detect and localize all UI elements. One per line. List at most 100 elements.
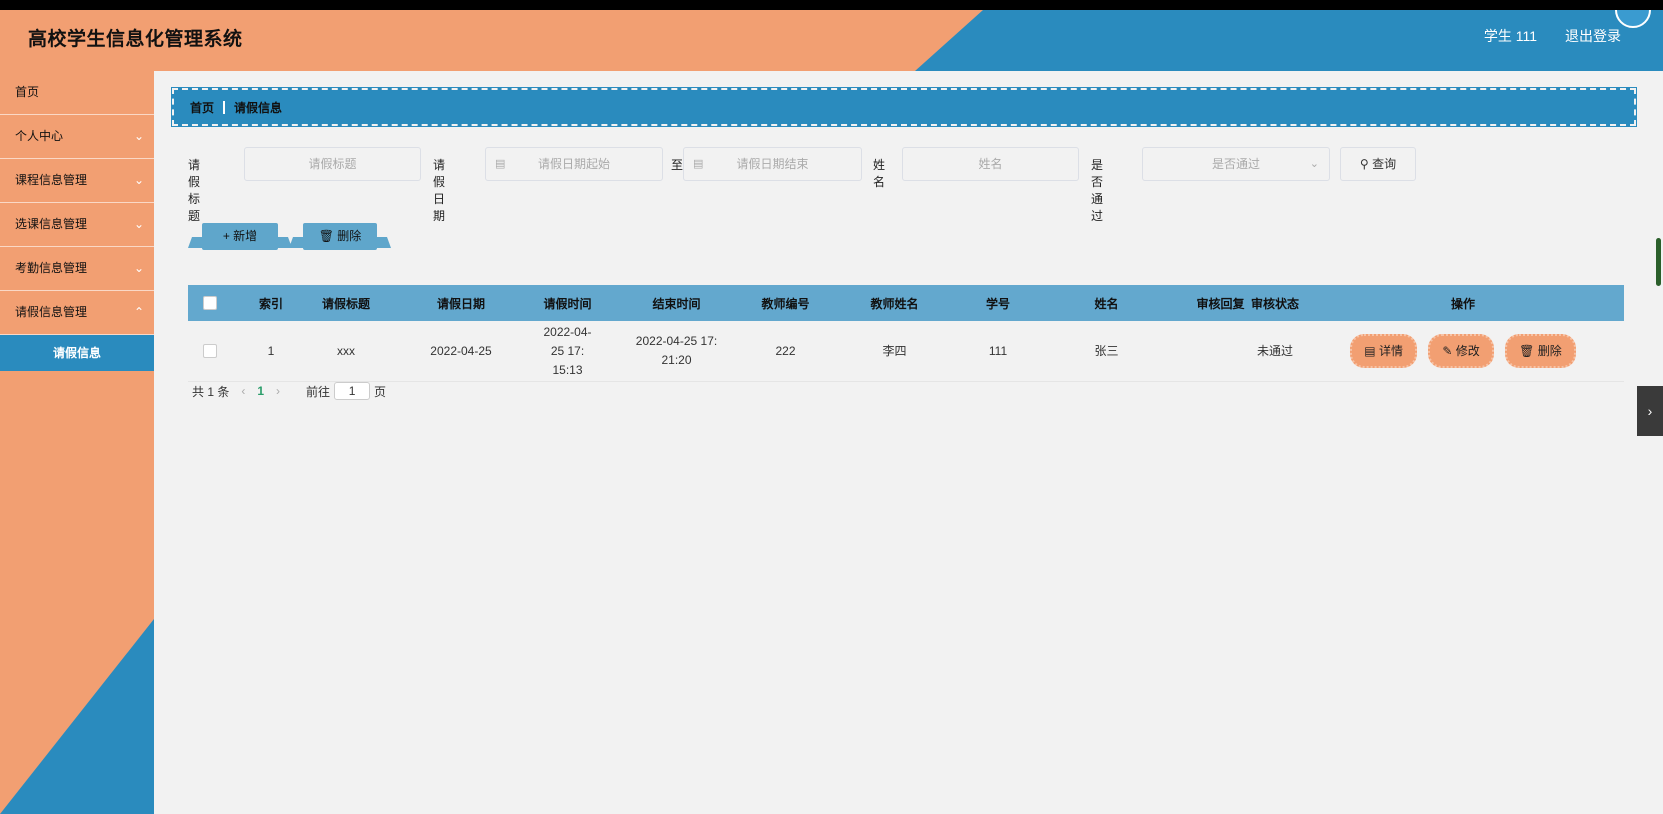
cell-index: 1: [267, 343, 275, 358]
header-orange-slant: [915, 10, 983, 71]
goto-label: 前往: [306, 384, 331, 399]
query-button-label: 查询: [1372, 157, 1397, 171]
goto-page-input[interactable]: 1: [334, 382, 371, 400]
sidebar-item-label: 选课信息管理: [15, 217, 88, 231]
edit-icon: ✎: [1442, 344, 1453, 358]
breadcrumb-home[interactable]: 首页: [190, 99, 214, 116]
leave-table: 索引 请假标题 请假日期 请假时间 结束时间 教师编号 教师姓名 学号 姓名 审…: [188, 285, 1624, 382]
search-icon: ⚲: [1359, 157, 1369, 171]
add-button[interactable]: + 新增: [202, 223, 278, 250]
sidebar-item-label: 个人中心: [15, 129, 64, 143]
passed-placeholder: 是否通过: [1211, 157, 1260, 171]
chevron-up-icon: ⌃: [133, 305, 144, 319]
sidebar-item-label: 课程信息管理: [15, 173, 88, 187]
document-icon: ▤: [1364, 344, 1376, 358]
chevron-down-icon: ⌄: [1309, 158, 1319, 170]
date-start-input[interactable]: ▤ 请假日期起始: [485, 147, 663, 181]
table-row: 1 xxx 2022-04-25 2022-04-25 17: 15:13 20…: [188, 321, 1624, 382]
cell-actions: ▤ 详情 ✎ 修改 🗑 删除: [1302, 334, 1624, 368]
edit-label: 修改: [1455, 344, 1480, 358]
table-header: 索引 请假标题 请假日期 请假时间 结束时间 教师编号 教师姓名 学号 姓名 审…: [188, 285, 1624, 321]
page-suffix: 页: [374, 384, 387, 399]
breadcrumb: 首页 请假信息: [172, 88, 1636, 126]
sidebar-subitem-leave-info[interactable]: 请假信息: [0, 335, 154, 371]
sidebar-item-attendance[interactable]: 考勤信息管理 ⌄: [0, 247, 154, 291]
title-label: 请假标题: [188, 158, 201, 223]
sidebar-item-home[interactable]: 首页: [0, 71, 154, 115]
cell-end-time: 2022-04-25 17: 21:20: [595, 332, 758, 370]
trash-icon: 🗑: [318, 229, 334, 243]
sidebar: 首页 个人中心 ⌄ 课程信息管理 ⌄ 选课信息管理 ⌄ 考勤信息管理 ⌄ 请假信…: [0, 71, 154, 814]
cell-teacher-no: 222: [775, 343, 796, 358]
cell-start-time: 2022-04-25 17: 15:13: [540, 323, 595, 380]
sidebar-blue-decoration: [0, 619, 154, 814]
column-header: 请假日期: [436, 296, 485, 311]
passed-label: 是否通过: [1091, 158, 1104, 223]
title-search-input[interactable]: 请假标题: [244, 147, 421, 181]
column-header: 学号: [985, 296, 1010, 311]
app-title: 高校学生信息化管理系统: [28, 29, 243, 50]
sidebar-item-leave-management[interactable]: 请假信息管理 ⌃: [0, 291, 154, 335]
chevron-down-icon: ⌄: [133, 261, 144, 275]
chevron-right-icon[interactable]: ›: [276, 384, 280, 398]
page-number-current[interactable]: 1: [257, 384, 264, 398]
scrollbar-thumb[interactable]: [1656, 238, 1661, 286]
select-all-checkbox[interactable]: [203, 296, 217, 311]
sidebar-item-label: 考勤信息管理: [15, 261, 88, 275]
trash-icon: 🗑: [1519, 344, 1535, 358]
top-header: 高校学生信息化管理系统 学生 111 退出登录: [0, 10, 1663, 71]
plus-icon: +: [222, 229, 230, 243]
date-start-placeholder: 请假日期起始: [537, 157, 610, 171]
sidebar-item-personal-center[interactable]: 个人中心 ⌄: [0, 115, 154, 159]
sidebar-item-course-selection[interactable]: 选课信息管理 ⌄: [0, 203, 154, 247]
delete-label: 删除: [1537, 344, 1562, 358]
name-label: 姓名: [873, 158, 886, 189]
breadcrumb-current: 请假信息: [234, 100, 283, 115]
cell-status: 未通过: [1256, 343, 1293, 358]
calendar-icon: ▤: [693, 158, 704, 170]
date-range-to: 至: [671, 158, 684, 172]
cell-student-no: 111: [988, 343, 1008, 358]
cell-title: xxx: [337, 343, 355, 358]
column-header: 请假标题: [321, 296, 370, 311]
calendar-icon: ▤: [495, 158, 506, 170]
detail-button[interactable]: ▤ 详情: [1350, 334, 1417, 368]
delete-button[interactable]: 🗑 删除: [1505, 334, 1576, 368]
logout-link[interactable]: 退出登录: [1565, 26, 1621, 46]
chevron-down-icon: ⌄: [133, 217, 144, 231]
breadcrumb-separator: [223, 100, 226, 114]
current-user: 学生 111: [1483, 28, 1537, 44]
row-checkbox[interactable]: [203, 344, 217, 359]
column-header: 结束时间: [652, 296, 701, 311]
cell-date: 2022-04-25: [430, 343, 492, 358]
chevron-left-icon[interactable]: ‹: [241, 384, 245, 398]
date-end-input[interactable]: ▤ 请假日期结束: [683, 147, 862, 181]
sidebar-item-course-info[interactable]: 课程信息管理 ⌄: [0, 159, 154, 203]
end-time-line-1: 2022-04-25 17:: [635, 334, 718, 348]
column-header: 请假时间: [543, 296, 592, 311]
batch-delete-button[interactable]: 🗑 删除: [303, 223, 377, 250]
app-window: 高校学生信息化管理系统 学生 111 退出登录 首页 个人中心 ⌄ 课程信息管理…: [0, 10, 1663, 814]
passed-select[interactable]: 是否通过 ⌄: [1142, 147, 1330, 181]
detail-label: 详情: [1378, 344, 1403, 358]
edit-button[interactable]: ✎ 修改: [1428, 334, 1494, 368]
column-header: 审核状态: [1250, 296, 1299, 311]
cell-teacher-name: 李四: [882, 343, 907, 358]
sidebar-item-label: 请假信息管理: [15, 305, 88, 319]
add-button-label: 新增: [233, 229, 258, 243]
chevron-right-icon[interactable]: ›: [1637, 386, 1663, 436]
column-header: 审核回复: [1196, 296, 1245, 311]
column-header: 操作: [1450, 296, 1475, 311]
name-search-input[interactable]: 姓名: [902, 147, 1079, 181]
total-count: 共 1 条: [192, 384, 230, 399]
column-header: 教师姓名: [870, 296, 919, 311]
query-button[interactable]: ⚲ 查询: [1340, 147, 1416, 181]
end-time-line-2: 21:20: [661, 353, 692, 367]
column-header: 索引: [258, 296, 283, 311]
chevron-down-icon: ⌄: [133, 173, 144, 187]
column-header: 姓名: [1094, 296, 1119, 311]
sidebar-item-label: 首页: [15, 85, 40, 99]
start-time-line-1: 2022-04-25 17:: [543, 324, 592, 358]
chevron-down-icon: ⌄: [133, 129, 144, 143]
main-content: 首页 请假信息 请假标题 请假标题 请假日期 ▤ 请假日期起始 至 ▤ 请假日期…: [154, 71, 1663, 814]
